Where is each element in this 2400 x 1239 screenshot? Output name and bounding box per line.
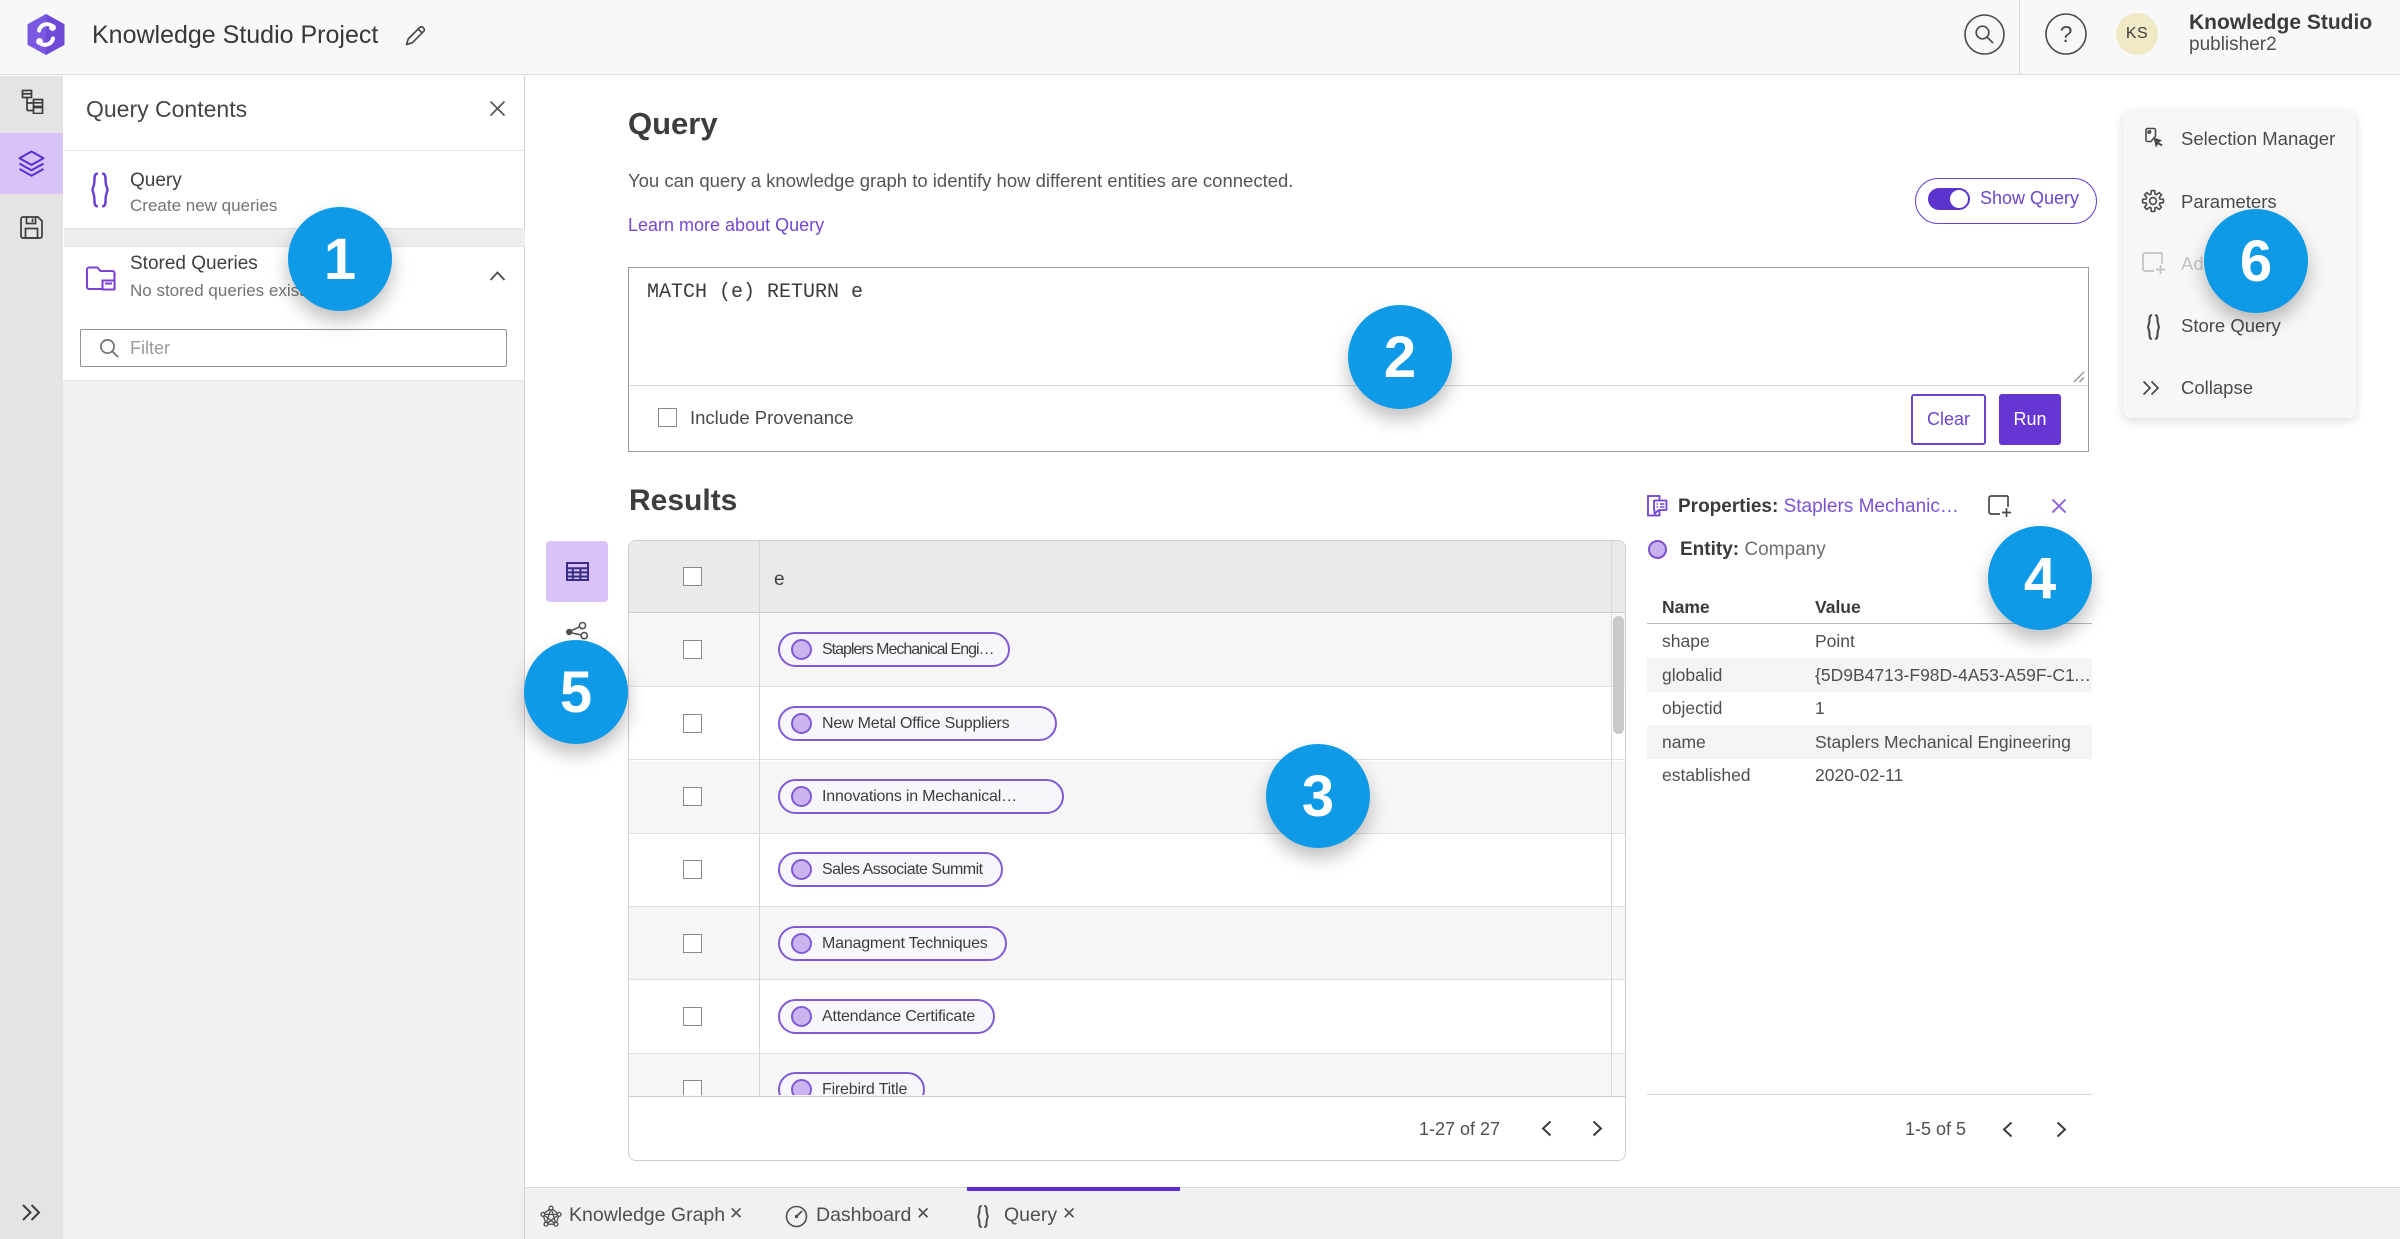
svg-text:?: ? (2060, 21, 2073, 47)
